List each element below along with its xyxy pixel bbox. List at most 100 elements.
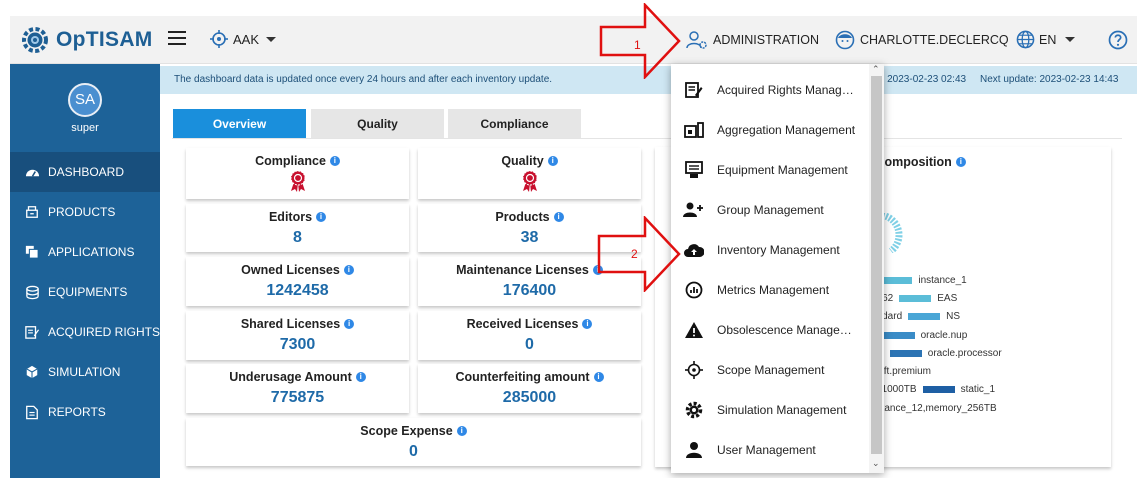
sidebar-item-applications[interactable]: APPLICATIONS: [10, 232, 160, 272]
sidebar-item-label: SIMULATION: [48, 365, 121, 379]
dropdown-scrollbar[interactable]: ⌃ ⌄: [869, 64, 884, 473]
scope-target-icon: [210, 30, 228, 48]
shared-licenses-card[interactable]: Shared Licenses i 7300: [186, 311, 409, 360]
scope-label: AAK: [233, 31, 260, 47]
avatar[interactable]: SA: [68, 82, 102, 117]
tab-quality[interactable]: Quality: [311, 109, 444, 139]
language-selector[interactable]: EN: [1016, 30, 1076, 49]
info-icon[interactable]: i: [582, 319, 593, 329]
card-title: Underusage Amount: [229, 370, 352, 384]
administration-menu[interactable]: ADMINISTRATION: [686, 30, 819, 50]
card-title: Owned Licenses: [241, 263, 340, 277]
scroll-down-icon[interactable]: ⌄: [872, 458, 880, 469]
top-bar: OpTISAM AAK ADMINISTRATION CHARLOTTE.DEC…: [10, 16, 1137, 64]
menu-item-label: Obsolescence Managem...: [717, 323, 857, 337]
logo[interactable]: OpTISAM: [10, 16, 160, 64]
menu-item-scope-management[interactable]: Scope Management: [671, 350, 869, 390]
tab-divider: [172, 138, 1122, 139]
menu-item-label: Equipment Management: [717, 163, 848, 177]
menu-item-user-management[interactable]: User Management: [671, 430, 869, 470]
card-title: Shared Licenses: [240, 317, 341, 331]
menu-item-metrics-management[interactable]: Metrics Management: [671, 270, 869, 310]
menu-item-label: Scope Management: [717, 363, 825, 377]
help-icon[interactable]: [1108, 30, 1128, 55]
quality-card[interactable]: Quality i: [418, 148, 641, 199]
update-timestamps: d: 2023-02-23 02:43 Next update: 2023-02…: [876, 74, 1118, 85]
acquired-rights-edit-icon: [683, 80, 705, 100]
simulation-icon: [24, 364, 40, 380]
info-icon[interactable]: i: [329, 156, 340, 166]
menu-item-aggregation-management[interactable]: Aggregation Management: [671, 110, 869, 150]
scrollbar-thumb[interactable]: [871, 76, 882, 454]
card-value: 0: [409, 443, 418, 460]
card-value: 0: [525, 336, 534, 353]
sidebar-user-name: super: [71, 121, 99, 134]
menu-item-equipment-management[interactable]: Equipment Management: [671, 150, 869, 190]
award-badge-icon: [522, 170, 537, 192]
chevron-down-icon: [266, 36, 277, 42]
menu-item-acquired-rights-management[interactable]: Acquired Rights Manage...: [671, 70, 869, 110]
scope-selector[interactable]: AAK: [210, 30, 277, 48]
card-value: 1242458: [266, 282, 329, 299]
info-icon[interactable]: i: [355, 372, 366, 382]
scroll-up-icon[interactable]: ⌃: [872, 64, 880, 75]
user-profile: SA super: [10, 64, 160, 152]
legend-entry: goracle.nup: [871, 330, 967, 341]
compliance-card[interactable]: Compliance i: [186, 148, 409, 199]
update-info-message: The dashboard data is updated once every…: [174, 74, 553, 85]
counterfeiting-amount-card[interactable]: Counterfeiting amount i 285000: [418, 364, 641, 413]
app-name: OpTISAM: [56, 28, 153, 51]
info-icon[interactable]: i: [553, 212, 564, 222]
info-icon[interactable]: i: [593, 372, 604, 382]
card-title: Editors: [268, 210, 313, 224]
admin-users-gear-icon: [686, 31, 707, 49]
menu-item-inventory-management[interactable]: Inventory Management: [671, 230, 869, 270]
next-update: Next update: 2023-02-23 14:43: [979, 74, 1119, 85]
info-icon[interactable]: i: [343, 265, 354, 275]
info-icon[interactable]: i: [955, 157, 966, 167]
card-value: 775875: [270, 389, 325, 406]
info-icon[interactable]: i: [344, 319, 355, 329]
menu-item-group-management[interactable]: Group Management: [671, 190, 869, 230]
underusage-amount-card[interactable]: Underusage Amount i 775875: [186, 364, 409, 413]
sidebar-item-label: APPLICATIONS: [48, 245, 135, 259]
sidebar-item-equipments[interactable]: EQUIPMENTS: [10, 272, 160, 312]
info-icon[interactable]: i: [316, 212, 327, 222]
legend-swatch: [922, 386, 955, 393]
card-value: 7300: [279, 336, 316, 353]
info-icon[interactable]: i: [456, 426, 467, 436]
user-menu[interactable]: CHARLOTTE.DECLERCQ: [835, 30, 1009, 50]
menu-item-label: User Management: [717, 443, 816, 457]
info-icon[interactable]: i: [547, 156, 558, 166]
menu-icon[interactable]: [168, 31, 186, 45]
scope-expense-card[interactable]: Scope Expense i 0: [186, 418, 641, 466]
card-value: 285000: [502, 389, 557, 406]
sidebar-item-dashboard[interactable]: DASHBOARD: [10, 152, 160, 192]
equipments-icon: [24, 284, 40, 300]
card-title: Quality: [501, 154, 544, 168]
metrics-icon: [683, 280, 705, 300]
sidebar-item-acquired-rights[interactable]: ACQUIRED RIGHTS: [10, 312, 160, 352]
sidebar-item-label: DASHBOARD: [48, 165, 125, 179]
received-licenses-card[interactable]: Received Licenses i 0: [418, 311, 641, 360]
legend-entry: y_1000TB static_1: [871, 384, 996, 395]
tab-compliance[interactable]: Compliance: [448, 109, 581, 139]
annotation-label-1: 1: [634, 38, 641, 52]
sidebar-item-products[interactable]: PRODUCTS: [10, 192, 160, 232]
menu-item-label: Metrics Management: [717, 283, 830, 297]
legend-entry: rinstance_1: [871, 275, 967, 286]
menu-item-label: Acquired Rights Manage...: [717, 83, 857, 97]
legend-swatch: [899, 295, 932, 302]
legend-swatch: [889, 350, 922, 357]
award-badge-icon: [290, 170, 305, 192]
menu-item-simulation-management[interactable]: Simulation Management: [671, 390, 869, 430]
menu-item-obsolescence-management[interactable]: Obsolescence Managem...: [671, 310, 869, 350]
sidebar-item-reports[interactable]: REPORTS: [10, 392, 160, 432]
reports-icon: [24, 404, 40, 420]
editors-card[interactable]: Editors i 8: [186, 204, 409, 252]
user-face-icon: [835, 30, 855, 50]
applications-icon: [24, 244, 40, 260]
owned-licenses-card[interactable]: Owned Licenses i 1242458: [186, 257, 409, 306]
sidebar-item-simulation[interactable]: SIMULATION: [10, 352, 160, 392]
tab-overview[interactable]: Overview: [173, 109, 306, 139]
